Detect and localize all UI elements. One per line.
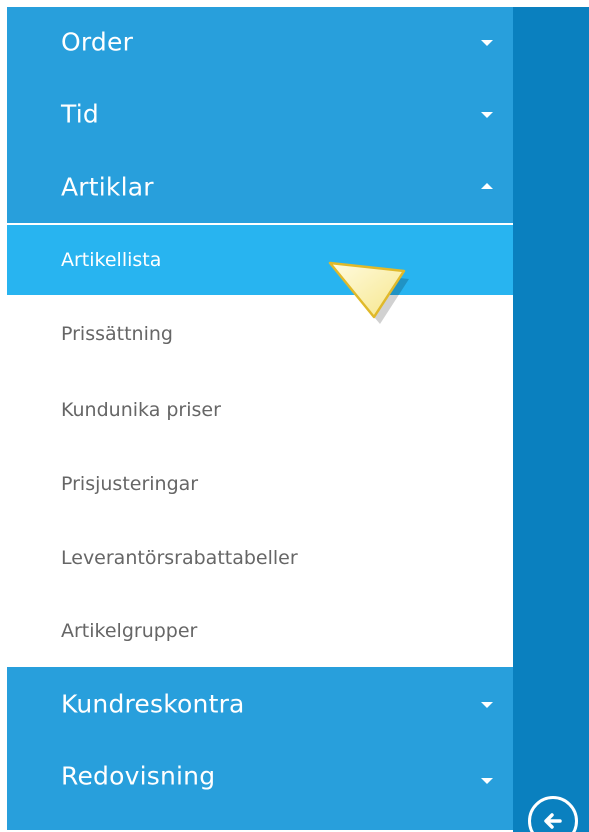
- chevron-down-icon: [481, 777, 493, 784]
- app-root: Order Tid Artiklar Artikellista Prissätt…: [0, 0, 589, 832]
- menu-section-order[interactable]: Order: [7, 7, 513, 77]
- submenu-item-label: Artikelgrupper: [61, 620, 198, 642]
- menu-section-label: Tid: [61, 99, 99, 128]
- submenu-item-prisjusteringar[interactable]: Prisjusteringar: [7, 447, 513, 521]
- submenu-item-prissattning[interactable]: Prissättning: [7, 295, 513, 373]
- top-strip: [0, 0, 589, 7]
- right-rail: [513, 7, 589, 832]
- chevron-down-icon: [481, 701, 493, 708]
- arrow-left-circle-icon: [544, 813, 562, 829]
- submenu-item-kundunika-priser[interactable]: Kundunika priser: [7, 373, 513, 447]
- menu-section-label: Artiklar: [61, 172, 154, 201]
- left-margin: [0, 0, 7, 832]
- chevron-up-icon: [481, 182, 493, 189]
- pointer-arrow-icon: [328, 261, 409, 324]
- chevron-down-icon: [481, 40, 493, 46]
- submenu-item-artikelgrupper[interactable]: Artikelgrupper: [7, 595, 513, 667]
- submenu-item-label: Prissättning: [61, 323, 173, 345]
- menu-section-artiklar[interactable]: Artiklar: [7, 150, 513, 223]
- chevron-down-icon: [481, 111, 493, 118]
- menu-section-label: Kundreskontra: [61, 689, 245, 718]
- menu-section-tid[interactable]: Tid: [7, 77, 513, 150]
- submenu-item-label: Kundunika priser: [61, 399, 221, 421]
- submenu-item-artikellista[interactable]: Artikellista: [7, 225, 513, 295]
- menu-section-kundreskontra[interactable]: Kundreskontra: [7, 667, 513, 740]
- menu-section-label: Redovisning: [61, 761, 216, 791]
- submenu-item-leverantorsrabattabeller[interactable]: Leverantörsrabattabeller: [7, 521, 513, 595]
- submenu-item-label: Prisjusteringar: [61, 473, 199, 495]
- submenu-item-label: Leverantörsrabattabeller: [61, 547, 298, 569]
- submenu-item-label: Artikellista: [61, 249, 162, 271]
- side-menu: Order Tid Artiklar Artikellista Prissätt…: [7, 7, 513, 832]
- menu-section-redovisning[interactable]: Redovisning: [7, 740, 513, 830]
- menu-section-label: Order: [61, 27, 134, 57]
